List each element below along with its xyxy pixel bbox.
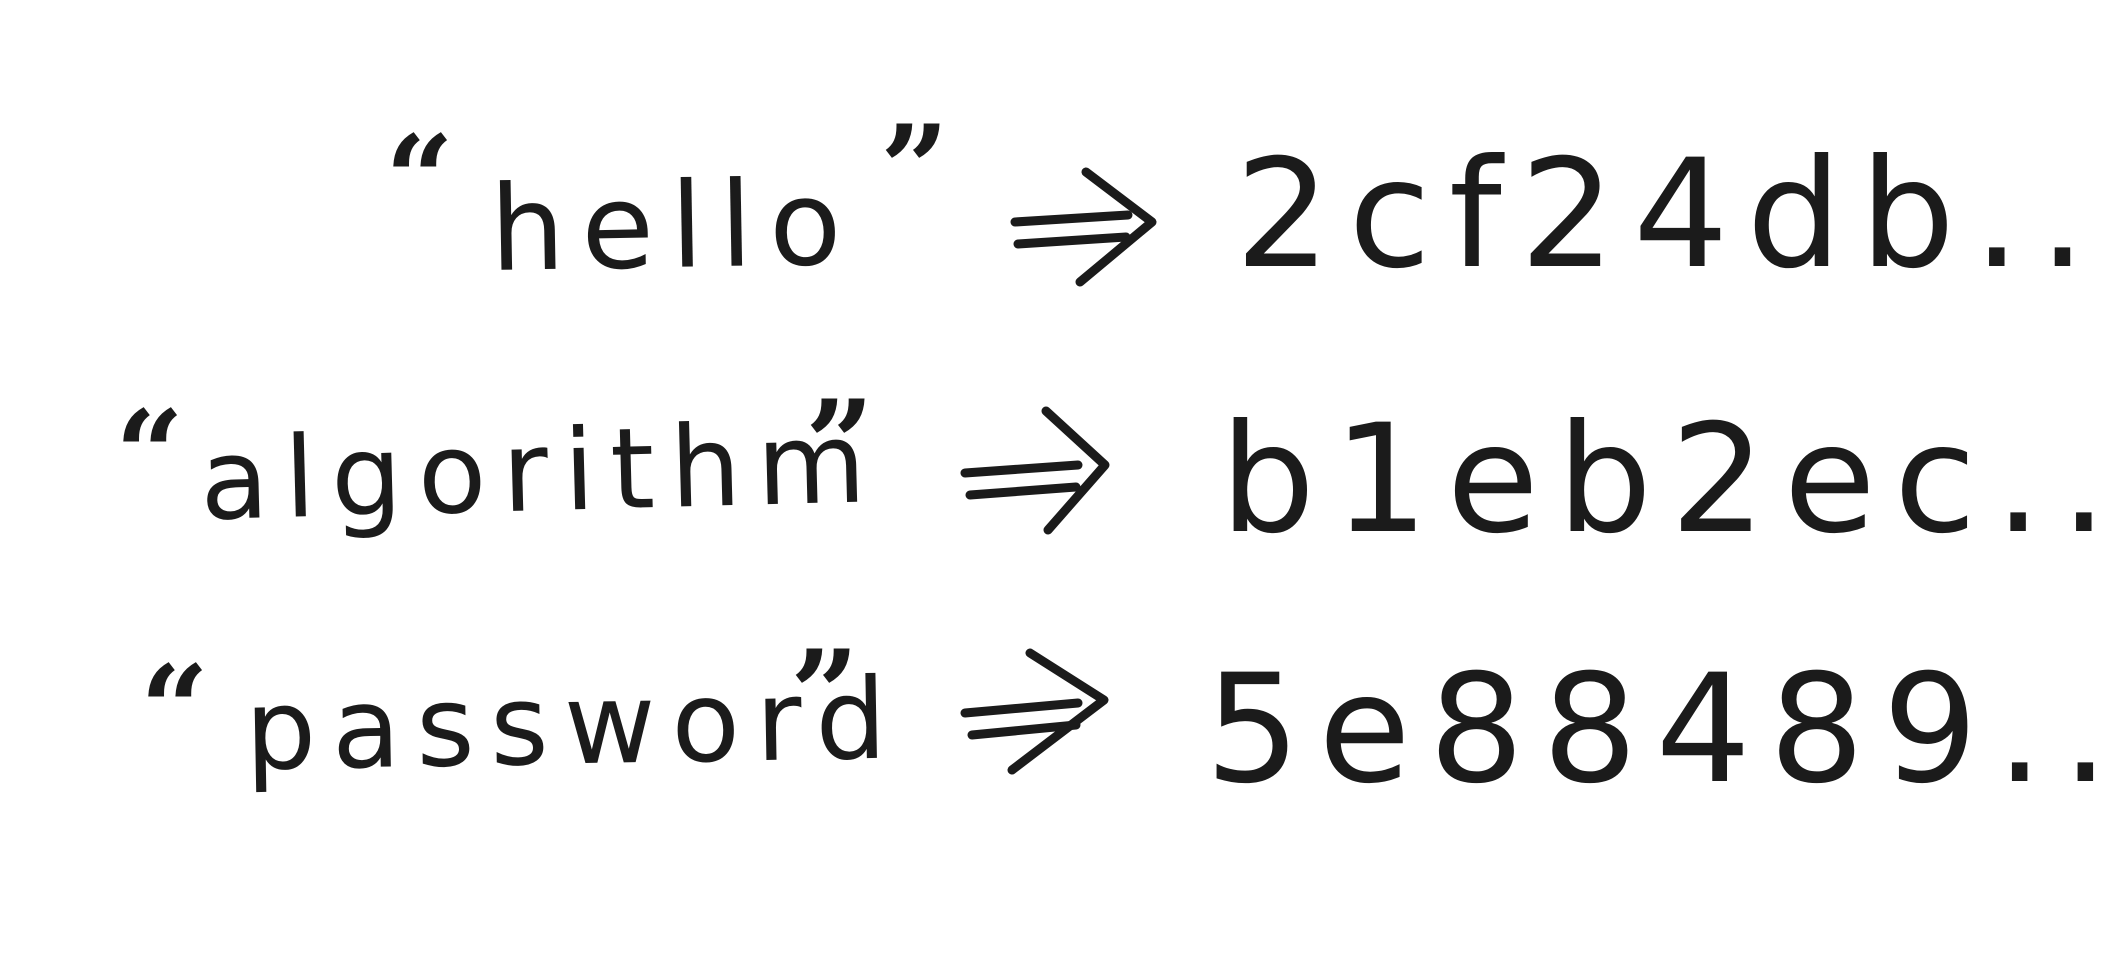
- hash-output: 2cf24db...: [1235, 128, 2109, 302]
- handwritten-hash-examples: “ hello ” 2cf24db... “ algorithm ” b1eb2…: [0, 0, 2109, 971]
- open-quote: “: [115, 384, 185, 525]
- hash-example-row: “ password ” 5e88489...: [0, 620, 2109, 820]
- close-quote: ”: [790, 624, 860, 765]
- close-quote: ”: [805, 374, 875, 515]
- double-arrow-icon: [960, 645, 1110, 775]
- close-quote: ”: [880, 99, 950, 240]
- double-arrow-icon: [960, 405, 1110, 535]
- hash-output: 5e88489...: [1205, 643, 2109, 817]
- input-word: hello: [488, 153, 859, 298]
- hash-example-row: “ hello ” 2cf24db...: [0, 100, 2109, 300]
- double-arrow-icon: [1010, 160, 1160, 290]
- open-quote: “: [385, 109, 455, 250]
- hash-output: b1eb2ec...: [1220, 393, 2109, 567]
- input-word: algorithm: [198, 398, 884, 546]
- hash-example-row: “ algorithm ” b1eb2ec...: [0, 385, 2109, 585]
- open-quote: “: [140, 639, 210, 780]
